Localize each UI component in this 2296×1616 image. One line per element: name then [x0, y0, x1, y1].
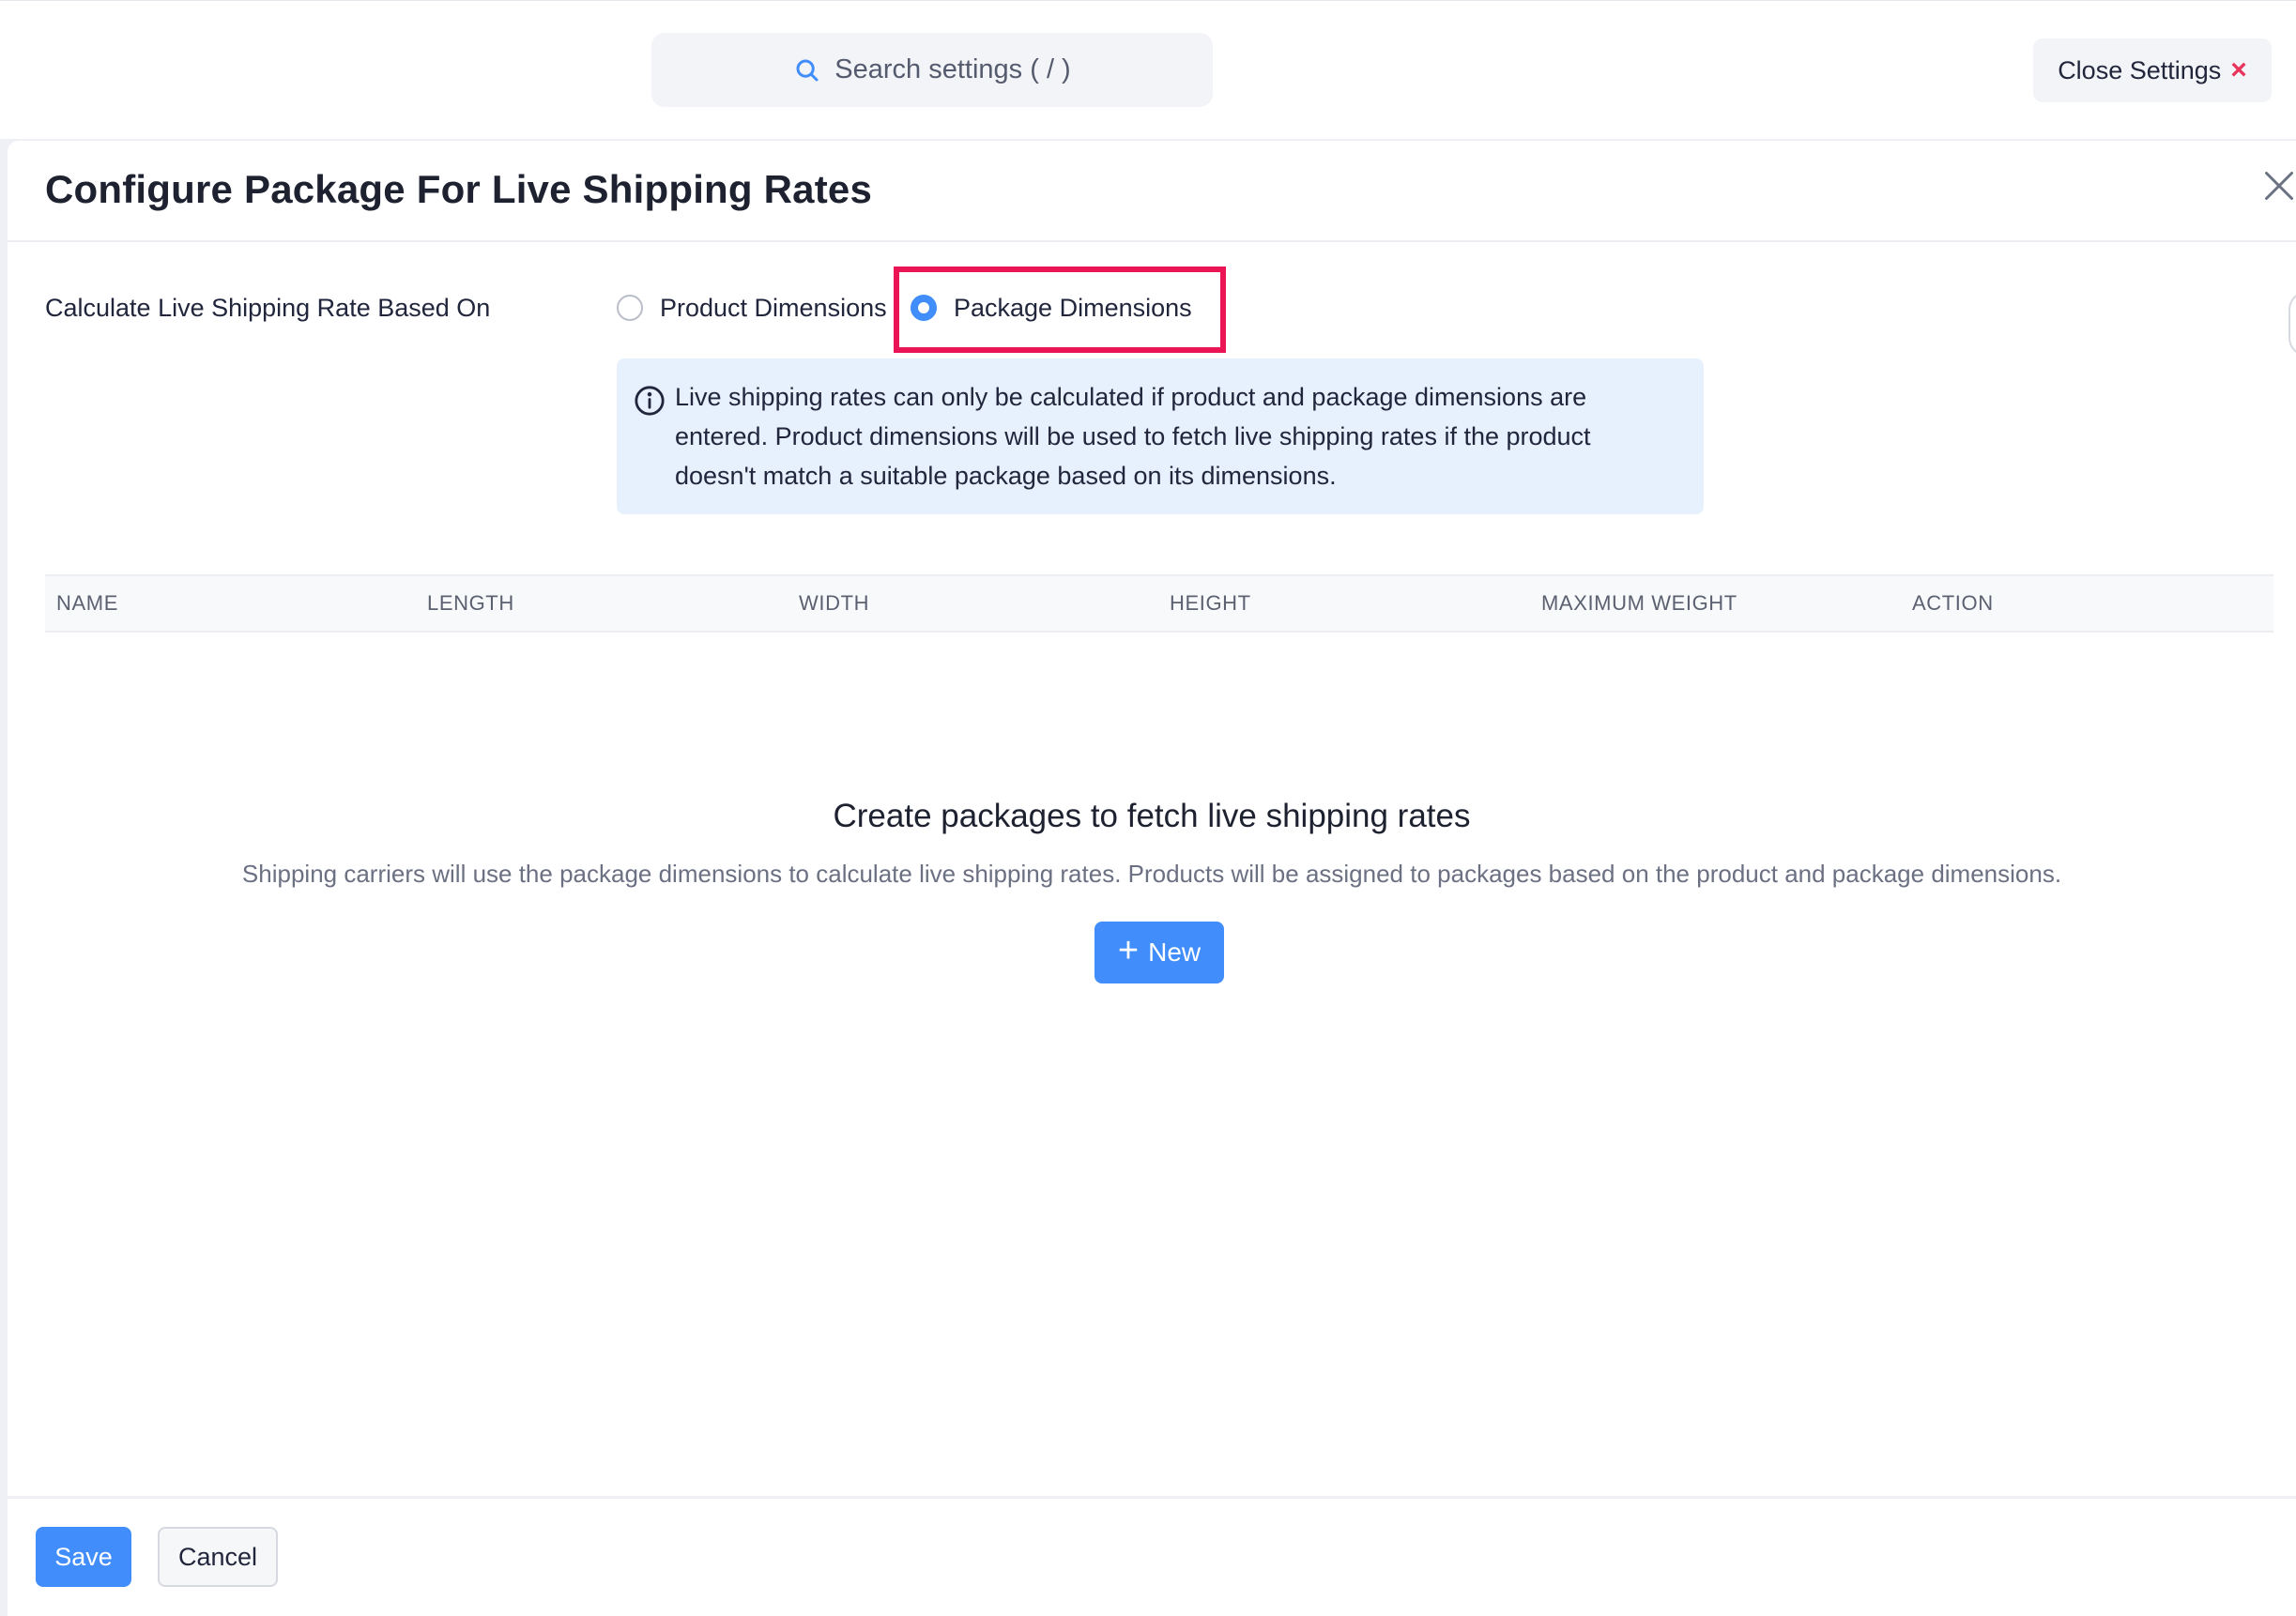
info-banner: Live shipping rates can only be calculat… — [617, 358, 1704, 514]
highlight-annotation-box — [894, 267, 1226, 353]
column-header-length: LENGTH — [427, 591, 514, 615]
rate-basis-label: Calculate Live Shipping Rate Based On — [45, 294, 491, 322]
panel-header: Configure Package For Live Shipping Rate… — [8, 141, 2296, 242]
column-header-action: ACTION — [1912, 591, 1994, 615]
save-button[interactable]: Save — [36, 1527, 131, 1587]
info-icon — [635, 386, 665, 416]
radio-product-dimensions[interactable]: Product Dimensions — [617, 287, 887, 328]
empty-state-title: Create packages to fetch live shipping r… — [833, 798, 1471, 834]
cancel-button[interactable]: Cancel — [158, 1527, 278, 1587]
info-text: Live shipping rates can only be calculat… — [675, 383, 1591, 490]
plus-icon: + — [1117, 931, 1140, 970]
close-settings-button[interactable]: Close Settings × — [2033, 38, 2272, 102]
radio-label-product-dimensions: Product Dimensions — [660, 293, 887, 322]
packages-table-header: NAME LENGTH WIDTH HEIGHT MAXIMUM WEIGHT … — [45, 574, 2273, 633]
page-title: Configure Package For Live Shipping Rate… — [45, 167, 873, 211]
panel-footer: Save Cancel — [8, 1496, 2296, 1616]
close-settings-label: Close Settings — [2058, 55, 2222, 84]
panel-close-button[interactable] — [2262, 169, 2296, 206]
radio-circle-unchecked[interactable] — [617, 295, 643, 321]
new-button-label: New — [1148, 938, 1202, 967]
close-icon — [2265, 172, 2293, 200]
new-package-button[interactable]: + New — [1094, 922, 1224, 983]
search-icon — [796, 59, 819, 81]
search-placeholder: Search settings ( / ) — [834, 54, 1071, 84]
side-handle[interactable] — [2288, 291, 2296, 357]
column-header-width: WIDTH — [799, 591, 870, 615]
configure-package-panel: Configure Package For Live Shipping Rate… — [8, 141, 2296, 1616]
top-bar: Search settings ( / ) Close Settings × — [0, 0, 2296, 139]
column-header-name: NAME — [56, 591, 118, 615]
search-settings-input[interactable]: Search settings ( / ) — [651, 33, 1213, 107]
column-header-height: HEIGHT — [1170, 591, 1251, 615]
column-header-maximum-weight: MAXIMUM WEIGHT — [1541, 591, 1737, 615]
empty-state-description: Shipping carriers will use the package d… — [241, 860, 2062, 888]
close-x-icon: × — [2230, 54, 2247, 85]
